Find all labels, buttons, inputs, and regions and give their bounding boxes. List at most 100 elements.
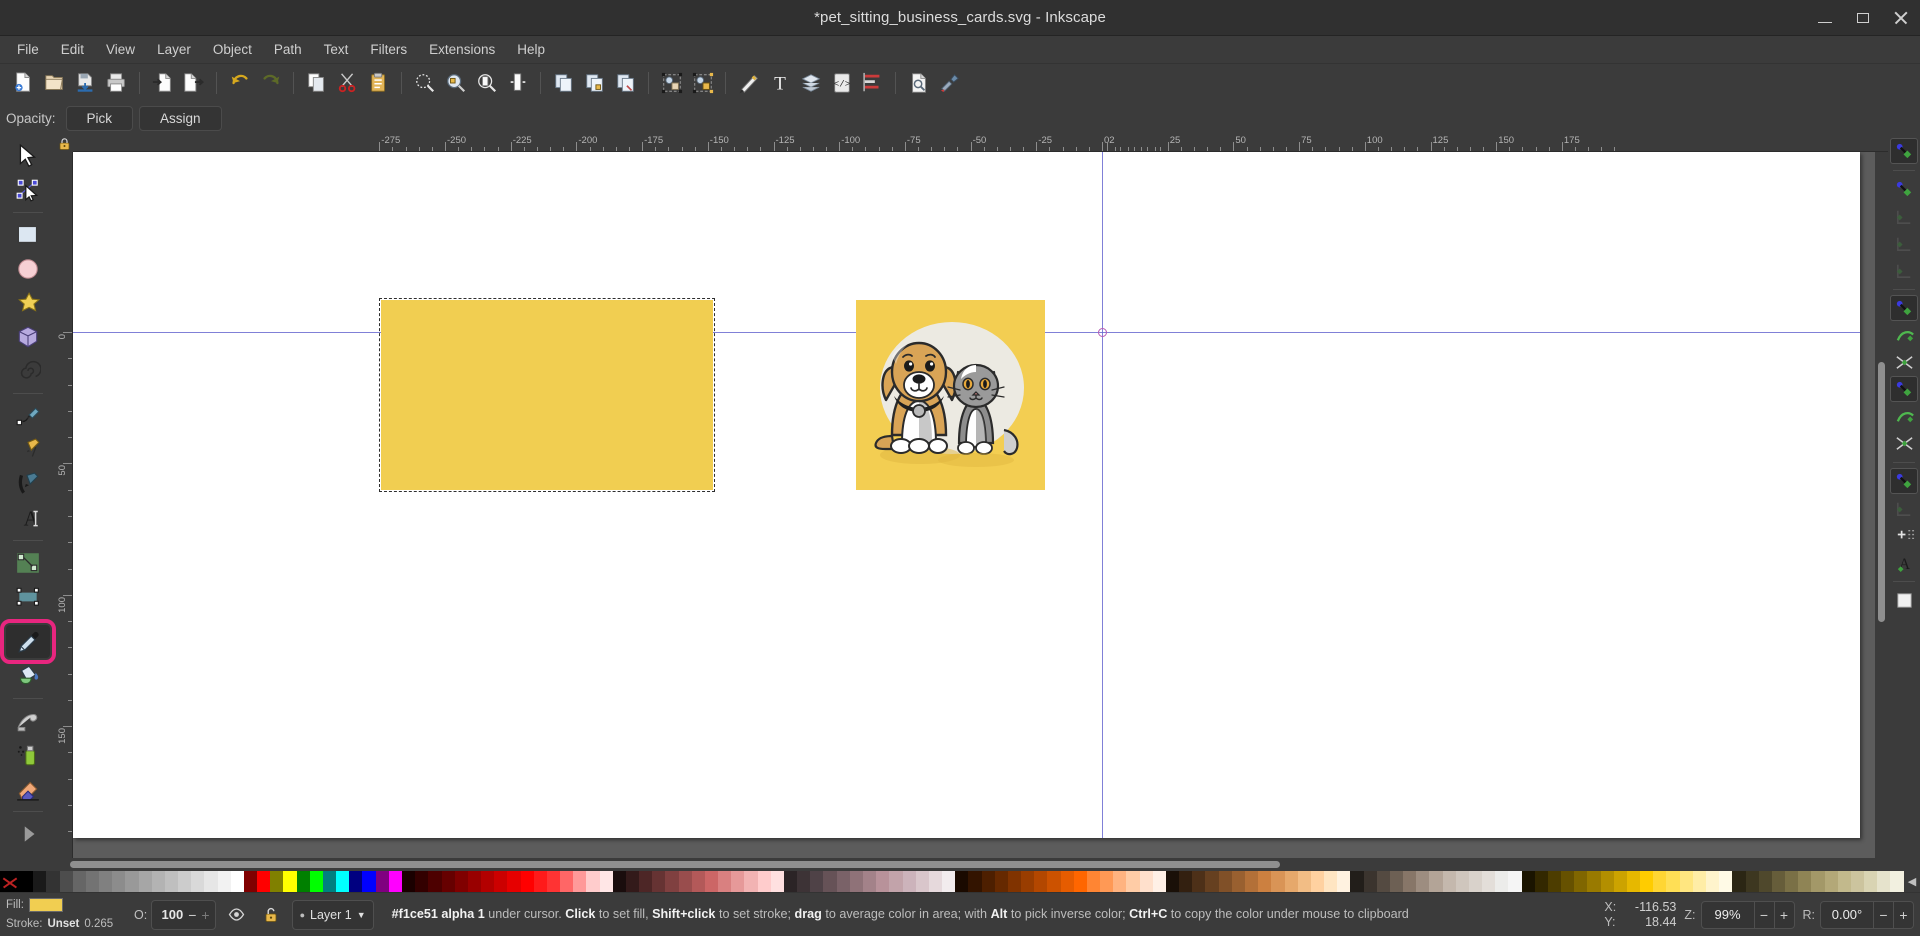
vertical-scrollbar-thumb[interactable]: [1878, 362, 1885, 622]
palette-swatch[interactable]: [1745, 871, 1759, 892]
spray-tool[interactable]: [6, 738, 50, 771]
snap-enable-toggle[interactable]: [1890, 138, 1918, 164]
palette-swatch[interactable]: [138, 871, 152, 892]
snap-others-toggle[interactable]: [1890, 468, 1918, 494]
palette-scroll-arrow[interactable]: ◀: [1904, 871, 1920, 892]
palette-swatch[interactable]: [533, 871, 547, 892]
palette-swatch[interactable]: [99, 871, 113, 892]
opacity-spinbox[interactable]: 100 − +: [151, 899, 216, 930]
open-document-button[interactable]: [39, 68, 70, 98]
palette-swatch[interactable]: [836, 871, 850, 892]
paint-bucket-tool[interactable]: [6, 659, 50, 692]
palette-swatch[interactable]: [309, 871, 323, 892]
layer-selector[interactable]: ● Layer 1 ▼: [291, 899, 374, 930]
snap-to-nodes[interactable]: [1890, 376, 1918, 402]
palette-swatch[interactable]: [1021, 871, 1035, 892]
palette-swatch[interactable]: [902, 871, 916, 892]
palette-swatch[interactable]: [1350, 871, 1364, 892]
palette-swatch[interactable]: [691, 871, 705, 892]
group-button[interactable]: [656, 68, 687, 98]
horizontal-scrollbar[interactable]: [56, 858, 1875, 871]
menu-object[interactable]: Object: [202, 38, 263, 61]
zoom-page-button[interactable]: [471, 68, 502, 98]
palette-swatch[interactable]: [876, 871, 890, 892]
snap-bbox-edges[interactable]: [1890, 203, 1918, 229]
menu-file[interactable]: File: [6, 38, 50, 61]
palette-swatch[interactable]: [1534, 871, 1548, 892]
palette-swatch[interactable]: [639, 871, 653, 892]
rotation-increment[interactable]: +: [1893, 901, 1913, 928]
palette-swatch[interactable]: [1139, 871, 1153, 892]
palette-swatch[interactable]: [770, 871, 784, 892]
palette-swatch[interactable]: [1495, 871, 1509, 892]
fill-stroke-indicator[interactable]: Fill: Stroke: Unset 0.265: [6, 896, 126, 934]
palette-swatch[interactable]: [1640, 871, 1654, 892]
horizontal-ruler[interactable]: -275 -250 -225 -200 -175 -150 -125 -100 -75 -50 -2…: [73, 135, 1888, 152]
palette-swatch[interactable]: [1455, 871, 1469, 892]
palette-swatch[interactable]: [1679, 871, 1693, 892]
palette-swatch[interactable]: [586, 871, 600, 892]
palette-swatch[interactable]: [1824, 871, 1838, 892]
menu-text[interactable]: Text: [313, 38, 360, 61]
palette-swatch[interactable]: [454, 871, 468, 892]
palette-swatch[interactable]: [362, 871, 376, 892]
palette-swatch[interactable]: [243, 871, 258, 892]
palette-swatch[interactable]: [1244, 871, 1259, 892]
palette-swatch[interactable]: [546, 871, 561, 892]
palette-swatch[interactable]: [1587, 871, 1601, 892]
palette-swatch[interactable]: [599, 871, 613, 892]
layer-name[interactable]: Layer 1: [310, 908, 352, 922]
stroke-width[interactable]: 0.265: [84, 918, 113, 930]
mesh-gradient-tool[interactable]: [6, 580, 50, 613]
menu-help[interactable]: Help: [506, 38, 556, 61]
palette-swatch[interactable]: [59, 871, 73, 892]
palette-swatch[interactable]: [1100, 871, 1114, 892]
align-distribute-button[interactable]: [857, 68, 888, 98]
palette-none-swatch[interactable]: [0, 871, 20, 892]
guide-intersection-handle[interactable]: [1098, 328, 1107, 337]
palette-swatch[interactable]: [1389, 871, 1404, 892]
node-editor-tool[interactable]: [6, 173, 50, 206]
snap-paths[interactable]: [1890, 322, 1918, 348]
selector-tool[interactable]: [6, 139, 50, 172]
undo-button[interactable]: [224, 68, 255, 98]
text-tool[interactable]: A: [6, 501, 50, 534]
palette-swatch[interactable]: [1152, 871, 1166, 892]
ellipse-tool[interactable]: [6, 252, 50, 285]
palette-swatch[interactable]: [1508, 871, 1522, 892]
rotation-value[interactable]: 0.00°: [1821, 907, 1873, 922]
palette-swatch[interactable]: [744, 871, 758, 892]
palette-swatch[interactable]: [1666, 871, 1680, 892]
palette-swatch[interactable]: [1165, 871, 1180, 892]
palette-swatch[interactable]: [1864, 871, 1878, 892]
layer-visibility-toggle[interactable]: [224, 902, 250, 928]
palette-swatch[interactable]: [1060, 871, 1074, 892]
palette-swatch[interactable]: [1561, 871, 1575, 892]
palette-swatch[interactable]: [863, 871, 877, 892]
palette-swatch[interactable]: [1310, 871, 1325, 892]
palette-swatch[interactable]: [1521, 871, 1535, 892]
snap-object-rotation-center[interactable]: [1890, 522, 1918, 548]
palette-swatch[interactable]: [678, 871, 692, 892]
palette-swatch[interactable]: [1258, 871, 1272, 892]
palette-swatch[interactable]: [1719, 871, 1733, 892]
palette-swatch[interactable]: [1192, 871, 1206, 892]
zoom-increment[interactable]: +: [1773, 901, 1794, 928]
palette-swatch[interactable]: [1205, 871, 1219, 892]
palette-swatch[interactable]: [1047, 871, 1061, 892]
palette-swatch[interactable]: [1811, 871, 1825, 892]
menu-path[interactable]: Path: [263, 38, 313, 61]
menu-extensions[interactable]: Extensions: [418, 38, 506, 61]
menu-filters[interactable]: Filters: [359, 38, 418, 61]
rotation-spinbox[interactable]: 0.00° − +: [1820, 900, 1914, 929]
star-tool[interactable]: [6, 286, 50, 319]
palette-swatch[interactable]: [1337, 871, 1351, 892]
vertical-scrollbar[interactable]: [1875, 152, 1888, 858]
palette-swatch[interactable]: [1231, 871, 1245, 892]
close-button[interactable]: [1892, 9, 1910, 27]
menu-edit[interactable]: Edit: [50, 38, 95, 61]
snap-bounding-box[interactable]: [1890, 176, 1918, 202]
palette-swatch[interactable]: [441, 871, 455, 892]
palette-swatch[interactable]: [20, 871, 34, 892]
layers-dialog-button[interactable]: [795, 68, 826, 98]
